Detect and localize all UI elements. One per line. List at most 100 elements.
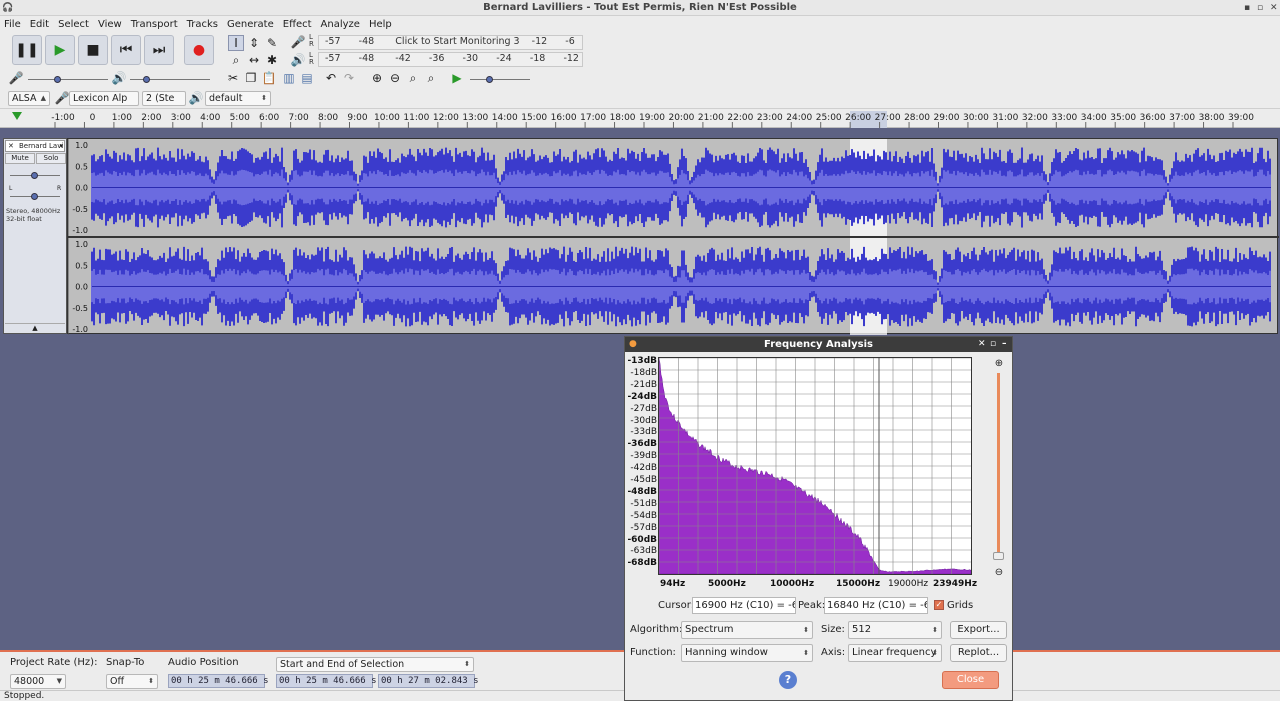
dialog-maximize-icon[interactable]: ▫	[990, 337, 996, 352]
export-button[interactable]: Export...	[950, 621, 1007, 639]
redo-button[interactable]: ↷	[341, 70, 357, 86]
timeshift-tool-button[interactable]: ↔	[246, 52, 262, 68]
zoom-tool-button[interactable]: ⌕	[228, 52, 244, 68]
audio-position-field[interactable]: 00 h 25 m 46.666 s	[168, 674, 269, 688]
zoom-out-icon[interactable]: ⊖	[991, 564, 1007, 580]
mute-button[interactable]: Mute	[5, 153, 35, 164]
function-select[interactable]: Hanning window ⬍	[681, 644, 813, 662]
replot-button[interactable]: Replot...	[950, 644, 1007, 662]
undo-button[interactable]: ↶	[323, 70, 339, 86]
menu-transport[interactable]: Transport	[131, 19, 178, 30]
selection-end-field[interactable]: 00 h 27 m 02.843 s	[378, 674, 479, 688]
play-button[interactable]: ▶	[45, 35, 75, 65]
pan-right-label: R	[57, 185, 62, 192]
minimize-icon[interactable]: ▪	[1244, 0, 1250, 16]
zoom-in-button[interactable]: ⊕	[369, 70, 385, 86]
silence-button[interactable]: ▤	[299, 70, 315, 86]
ruler-tick-label: 23:00	[757, 113, 783, 123]
audio-host-select[interactable]: ALSA ▲	[8, 91, 50, 106]
updown-icon: ⬍	[803, 649, 809, 657]
menu-file[interactable]: File	[4, 19, 21, 30]
menu-analyze[interactable]: Analyze	[321, 19, 360, 30]
trim-button[interactable]: ▥	[281, 70, 297, 86]
vertical-zoom-slider[interactable]	[993, 552, 1004, 560]
pan-slider[interactable]	[31, 193, 38, 200]
track-close-icon[interactable]: ✕	[8, 141, 14, 151]
fit-selection-button[interactable]: ⌕	[405, 70, 421, 86]
vertical-zoom-track[interactable]	[997, 373, 1000, 559]
draw-tool-button[interactable]: ✎	[264, 35, 280, 51]
app-icon: 🎧	[2, 3, 14, 13]
skip-end-button[interactable]: ⏭	[144, 35, 174, 65]
record-meter[interactable]: -57 -48 Click to Start Monitoring 3 -12 …	[318, 35, 583, 50]
cursor-field[interactable]: 16900 Hz (C10) = -66	[692, 597, 796, 614]
fit-project-button[interactable]: ⌕	[423, 70, 439, 86]
menu-select[interactable]: Select	[58, 19, 89, 30]
recording-volume-slider[interactable]	[54, 76, 61, 83]
project-rate-select[interactable]: 48000 ▼	[10, 674, 66, 689]
axis-value: Linear frequency	[852, 647, 937, 658]
copy-button[interactable]: ❐	[243, 70, 259, 86]
play-meter-button[interactable]: 🔊	[290, 52, 306, 68]
waveform-display[interactable]: 1.0 0.5 0.0 -0.5 -1.0 1.0 0.5 0.0 -0.5 -1.0	[67, 138, 1279, 335]
output-device-select[interactable]: default ⬍	[205, 91, 271, 106]
solo-button[interactable]: Solo	[36, 153, 66, 164]
pan-left-label: L	[9, 185, 13, 192]
zoom-in-icon[interactable]: ⊕	[991, 355, 1007, 371]
snap-to-select[interactable]: Off ⬍	[106, 674, 158, 689]
algorithm-select[interactable]: Spectrum ⬍	[681, 621, 813, 639]
track-name-button[interactable]: ✕ Bernard Lavi ▾	[5, 140, 65, 152]
maximize-icon[interactable]: ▫	[1257, 0, 1263, 16]
menu-generate[interactable]: Generate	[227, 19, 274, 30]
close-button[interactable]: Close	[942, 671, 999, 689]
menu-view[interactable]: View	[98, 19, 122, 30]
playback-meter[interactable]: -57 -48 -42 -36 -30 -24 -18 -12 -6 -3 0	[318, 52, 583, 67]
dialog-title: Frequency Analysis	[764, 339, 873, 350]
collapse-track-button[interactable]: ▲	[5, 323, 65, 333]
selection-start-field[interactable]: 00 h 25 m 46.666 s	[276, 674, 377, 688]
cut-button[interactable]: ✂	[225, 70, 241, 86]
axis-select[interactable]: Linear frequency ⬍	[848, 644, 942, 662]
gain-slider[interactable]	[31, 172, 38, 179]
menu-tracks[interactable]: Tracks	[187, 19, 218, 30]
input-device-select[interactable]: Lexicon Alp	[69, 91, 139, 106]
toolbar-area: ❚❚ ▶ ■ ⏮ ⏭ ● I ⇕ ✎ ⌕ ↔ ✱ 🎤 🔊 L R L R -57…	[0, 32, 1280, 108]
i-beam-icon: I	[234, 36, 238, 50]
record-meter-button[interactable]: 🎤	[290, 34, 306, 50]
ruler-tick-label: 28:00	[904, 113, 930, 123]
channels-select[interactable]: 2 (Ste	[142, 91, 186, 106]
multi-tool-button[interactable]: ✱	[264, 52, 280, 68]
timeline-ruler[interactable]: -1:00 0 1:00 2:00 3:00 4:00 5:00 6:00 7:00 8:00 9:…	[0, 108, 1280, 128]
updown-icon: ⬍	[803, 626, 809, 634]
paste-button[interactable]: 📋	[261, 70, 277, 86]
dialog-minimize-icon[interactable]: –	[1002, 337, 1007, 352]
pause-button[interactable]: ❚❚	[12, 35, 42, 65]
zoom-out-button[interactable]: ⊖	[387, 70, 403, 86]
record-button[interactable]: ●	[184, 35, 214, 65]
playback-volume-slider[interactable]	[143, 76, 150, 83]
close-icon[interactable]: ✕	[1270, 0, 1278, 16]
envelope-tool-button[interactable]: ⇕	[246, 35, 262, 51]
spectrum-plot[interactable]	[658, 357, 972, 575]
menu-edit[interactable]: Edit	[30, 19, 49, 30]
grids-checkbox[interactable]: ✓	[934, 600, 944, 610]
skip-start-button[interactable]: ⏮	[111, 35, 141, 65]
spectrum-y-label: -39dB	[630, 451, 657, 462]
stop-button[interactable]: ■	[78, 35, 108, 65]
ruler-tick-label: 4:00	[200, 113, 220, 123]
selection-mode-select[interactable]: Start and End of Selection ⬍	[276, 657, 474, 672]
peak-field[interactable]: 16840 Hz (C10) = -67	[824, 597, 928, 614]
menu-effect[interactable]: Effect	[283, 19, 312, 30]
play-speed-slider[interactable]	[486, 76, 493, 83]
audio-host-value: ALSA	[12, 93, 37, 104]
dialog-close-icon[interactable]: ✕	[978, 337, 986, 352]
play-at-speed-button[interactable]: ▶	[449, 70, 465, 86]
snap-to-value: Off	[110, 676, 125, 687]
menu-help[interactable]: Help	[369, 19, 392, 30]
selection-tool-button[interactable]: I	[228, 35, 244, 51]
help-button[interactable]: ?	[779, 671, 797, 689]
size-select[interactable]: 512 ⬍	[848, 621, 942, 639]
ruler-tick-label: 21:00	[698, 113, 724, 123]
play-head-icon[interactable]	[12, 112, 22, 120]
frequency-analysis-dialog: ● Frequency Analysis ✕ ▫ – -13dB -18dB -21…	[624, 336, 1013, 701]
